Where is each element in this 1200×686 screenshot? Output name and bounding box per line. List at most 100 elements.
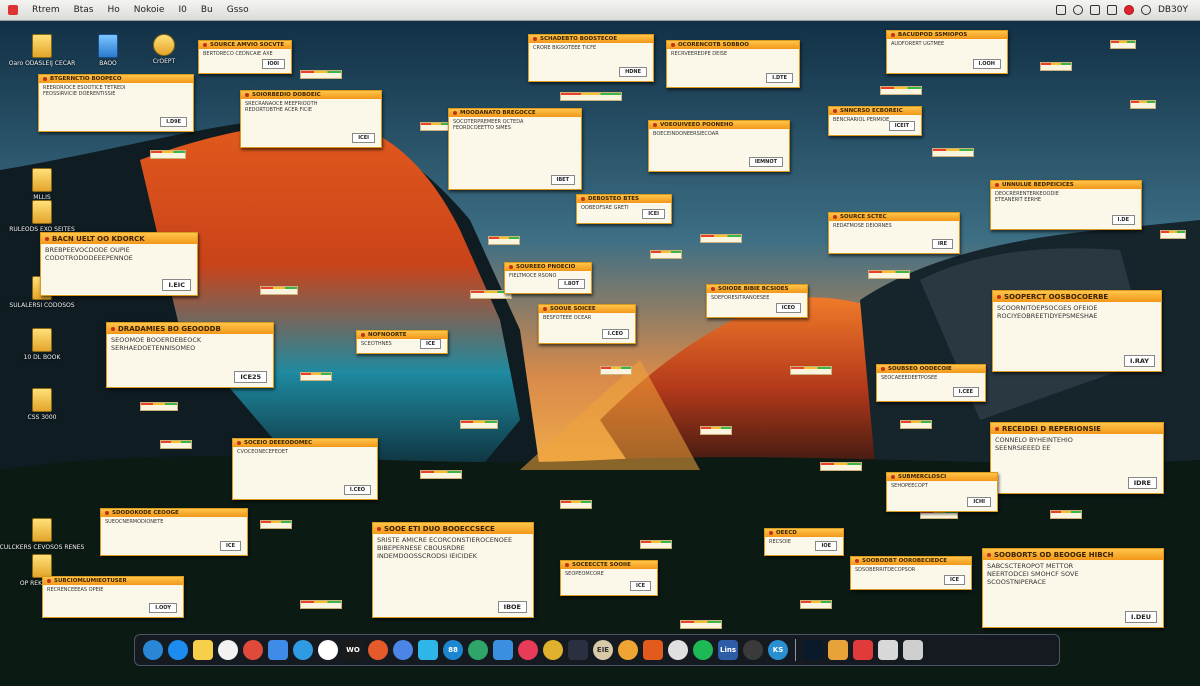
close-icon[interactable]	[653, 123, 657, 127]
downloads-icon[interactable]	[878, 640, 898, 660]
alert-titlebar[interactable]: BACUDPOD SSMIOPOS	[887, 31, 1007, 39]
alert-ok-button[interactable]: IBET	[550, 175, 575, 185]
desktop-icon[interactable]: RULEODS EXO SEITES	[9, 200, 75, 233]
maps-icon[interactable]	[368, 640, 388, 660]
notification-strip[interactable]	[300, 372, 332, 381]
close-icon[interactable]	[997, 294, 1001, 299]
photos-pinwheel-icon[interactable]	[618, 640, 638, 660]
menu-item[interactable]: Rtrem	[32, 5, 60, 15]
close-icon[interactable]	[891, 475, 895, 479]
desktop-icon[interactable]: Oaro ODASLEIJ CECAR	[9, 34, 75, 67]
menu-item[interactable]: Ho	[108, 5, 120, 15]
close-icon[interactable]	[833, 109, 837, 113]
close-icon[interactable]	[855, 559, 859, 563]
notification-strip[interactable]	[790, 366, 832, 375]
alert-dialog[interactable]: SOOBODBT OOROBECIEDCE SDSOBERRITDECOPSOR I…	[850, 556, 972, 590]
notification-strip[interactable]	[300, 70, 342, 79]
notification-strip[interactable]	[880, 86, 922, 95]
linear-icon[interactable]: Lins	[718, 640, 738, 660]
alert-titlebar[interactable]: SOOPERCT OOSBOCOERBE	[993, 291, 1161, 302]
alert-titlebar[interactable]: SUBCIOMLUMIEOTUSER	[43, 577, 183, 585]
notification-strip[interactable]	[800, 600, 832, 609]
alert-titlebar[interactable]: SUBMERCLOSCI	[887, 473, 997, 481]
close-icon[interactable]	[533, 37, 537, 41]
alert-dialog[interactable]: RECEIDEI D REPERIONSIE CONNELO BYHEINTEHI…	[990, 422, 1164, 494]
notification-strip[interactable]	[700, 426, 732, 435]
docs-icon[interactable]: EIE	[593, 640, 613, 660]
messages-icon[interactable]	[418, 640, 438, 660]
alert-dialog[interactable]: OCORENCOTB SOBBOO RECRVEEREDPE DEISE I.DTE	[666, 40, 800, 88]
alert-titlebar[interactable]: OCORENCOTB SOBBOO	[667, 41, 799, 49]
alert-dialog[interactable]: SOUBSEO OODECOIE SEOCAEEEDEETPOSEE I.CEE	[876, 364, 986, 402]
spotify-icon[interactable]	[693, 640, 713, 660]
notification-strip[interactable]	[700, 234, 742, 243]
close-icon[interactable]	[995, 183, 999, 187]
apple-menu-icon[interactable]	[8, 5, 18, 15]
close-icon[interactable]	[237, 441, 241, 445]
notification-strip[interactable]	[1130, 100, 1156, 109]
alert-dialog[interactable]: UNNULUE BEDPEICICES DEOCRERENTERKEOODIE ET…	[990, 180, 1142, 230]
alert-dialog[interactable]: SOUREEO PNOECIO FIELTMOCE RSONO I.8OT	[504, 262, 592, 294]
alert-ok-button[interactable]: I.CEE	[952, 387, 979, 397]
close-icon[interactable]	[581, 197, 585, 201]
alert-titlebar[interactable]: SOOUE SOICEE	[539, 305, 635, 313]
alert-titlebar[interactable]: SOUBSEO OODECOIE	[877, 365, 985, 373]
alert-titlebar[interactable]: SOOE ETI DUO BOOECCSECE	[373, 523, 533, 534]
close-icon[interactable]	[47, 579, 51, 583]
ks-app-icon[interactable]: KS	[768, 640, 788, 660]
notification-strip[interactable]	[300, 600, 342, 609]
close-icon[interactable]	[43, 77, 47, 81]
alert-titlebar[interactable]: SOIODE BIBIE BCSIOES	[707, 285, 807, 293]
info-icon[interactable]	[643, 640, 663, 660]
menu-item[interactable]: Btas	[74, 5, 94, 15]
notification-strip[interactable]	[560, 500, 592, 509]
close-icon[interactable]	[453, 111, 457, 115]
alert-titlebar[interactable]: SDODOKODE CEOOGE	[101, 509, 247, 517]
close-icon[interactable]	[245, 93, 249, 97]
photos-icon[interactable]	[293, 640, 313, 660]
menu-item[interactable]: Nokoie	[134, 5, 165, 15]
todo-icon[interactable]	[493, 640, 513, 660]
desktop-icon[interactable]: MLLIS	[10, 168, 74, 201]
alert-titlebar[interactable]: SOIORBEDIO DOBOEIC	[241, 91, 381, 99]
bluetooth-icon[interactable]	[1106, 5, 1117, 15]
mail-icon[interactable]: 88	[443, 640, 463, 660]
notification-strip[interactable]	[488, 236, 520, 245]
alert-dialog[interactable]: SOURCE SCTEC REDATMOSE DEIORNES IRE	[828, 212, 960, 254]
chrome-icon[interactable]	[243, 640, 263, 660]
notification-strip[interactable]	[420, 470, 462, 479]
alert-ok-button[interactable]: I.D9E	[160, 117, 187, 127]
notification-strip[interactable]	[460, 420, 498, 429]
alert-dialog[interactable]: SOCEECCTE SOOIIE SEOPEOMCORE ICE	[560, 560, 658, 596]
alert-ok-button[interactable]: ICE	[630, 581, 651, 591]
alert-titlebar[interactable]: SNNCRSO ECBOREIC	[829, 107, 921, 115]
notification-strip[interactable]	[260, 520, 292, 529]
alert-titlebar[interactable]: SOOBODBT OOROBECIEDCE	[851, 557, 971, 565]
alert-ok-button[interactable]: I.OOY	[149, 603, 177, 613]
alert-ok-button[interactable]: ICEIT	[888, 121, 915, 131]
desktop-icon[interactable]: BAOO	[76, 34, 140, 67]
calendar-icon[interactable]: WO	[343, 640, 363, 660]
notes-icon[interactable]	[193, 640, 213, 660]
alert-ok-button[interactable]: I.CEO	[343, 485, 371, 495]
dots-app-icon[interactable]	[743, 640, 763, 660]
menu-item[interactable]: I0	[178, 5, 186, 15]
notification-strip[interactable]	[160, 440, 192, 449]
alert-ok-button[interactable]: IEMNOT	[748, 157, 783, 167]
close-icon[interactable]	[891, 33, 895, 37]
alert-ok-button[interactable]: ICEI	[642, 209, 665, 219]
close-icon[interactable]	[995, 426, 999, 431]
app-store-icon[interactable]	[393, 640, 413, 660]
alert-titlebar[interactable]: VOEOUIVEEO POONEHO	[649, 121, 789, 129]
alert-ok-button[interactable]: IO0I	[261, 59, 285, 69]
alert-titlebar[interactable]: NOFNOORTE	[357, 331, 447, 339]
alert-dialog[interactable]: SOIORBEDIO DOBOEIC SRECRANAOCE MEEFRIOOTH…	[240, 90, 382, 148]
alert-ok-button[interactable]: ICEI	[352, 133, 375, 143]
close-icon[interactable]	[881, 367, 885, 371]
notification-strip[interactable]	[260, 286, 298, 295]
alert-ok-button[interactable]: IDRE	[1127, 477, 1157, 489]
safari-icon[interactable]	[168, 640, 188, 660]
close-icon[interactable]	[509, 265, 513, 269]
alert-ok-button[interactable]: I.DTE	[766, 73, 793, 83]
notification-strip[interactable]	[600, 366, 632, 375]
